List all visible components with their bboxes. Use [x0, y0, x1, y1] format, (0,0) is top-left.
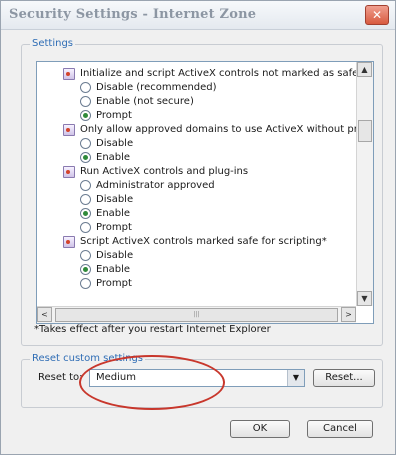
highlight-ellipse [79, 355, 225, 410]
scroll-left-button[interactable]: < [37, 307, 52, 322]
chevron-down-icon[interactable]: ▼ [287, 370, 304, 386]
settings-option-label: Prompt [96, 222, 132, 233]
window-title: Security Settings - Internet Zone [9, 7, 257, 22]
scroll-right-icon: > [345, 310, 352, 319]
restart-note: *Takes effect after you restart Internet… [34, 324, 271, 335]
ok-button[interactable]: OK [230, 420, 290, 438]
settings-category-label: Only allow approved domains to use Activ… [80, 124, 374, 135]
settings-option-label: Administrator approved [96, 180, 215, 191]
radio-button[interactable] [80, 138, 91, 149]
settings-list[interactable]: Initialize and script ActiveX controls n… [36, 61, 374, 324]
radio-button[interactable] [80, 278, 91, 289]
horizontal-scroll-thumb[interactable]: ||| [55, 308, 338, 322]
settings-option-label: Disable (recommended) [96, 82, 217, 93]
settings-group-label: Settings [30, 38, 76, 49]
settings-category-icon [63, 236, 75, 248]
settings-option-label: Disable [96, 194, 134, 205]
radio-button[interactable] [80, 194, 91, 205]
settings-category-icon [63, 166, 75, 178]
settings-category-icon [63, 68, 75, 80]
title-bar: Security Settings - Internet Zone ✕ [1, 1, 395, 30]
scroll-left-icon: < [41, 310, 48, 319]
radio-button[interactable] [80, 250, 91, 261]
horizontal-scrollbar[interactable]: < ||| > [37, 306, 356, 323]
vertical-scroll-thumb[interactable] [358, 120, 372, 142]
reset-to-label: Reset to: [38, 372, 83, 383]
settings-category-label: Initialize and script ActiveX controls n… [80, 68, 373, 79]
settings-category-label: Script ActiveX controls marked safe for … [80, 236, 327, 247]
radio-button[interactable] [80, 180, 91, 191]
security-settings-dialog: Security Settings - Internet Zone ✕ Sett… [0, 0, 396, 455]
scroll-up-button[interactable]: ▲ [357, 62, 372, 77]
settings-option-label: Prompt [96, 278, 132, 289]
vertical-scrollbar[interactable]: ▲ ▼ [356, 62, 373, 306]
settings-option-label: Prompt [96, 110, 132, 121]
scroll-down-button[interactable]: ▼ [357, 291, 372, 306]
scroll-right-button[interactable]: > [341, 307, 356, 322]
radio-button[interactable] [80, 96, 91, 107]
settings-option-label: Enable [96, 208, 131, 219]
cancel-button[interactable]: Cancel [307, 420, 373, 438]
close-button[interactable]: ✕ [365, 5, 389, 25]
radio-button[interactable] [80, 110, 91, 121]
close-icon: ✕ [371, 8, 383, 22]
settings-category-label: Run ActiveX controls and plug-ins [80, 166, 249, 177]
settings-option-label: Enable (not secure) [96, 96, 194, 107]
grip-icon: ||| [193, 311, 200, 318]
scroll-down-icon: ▼ [361, 294, 368, 303]
reset-button[interactable]: Reset... [313, 369, 375, 387]
settings-option-label: Enable [96, 152, 131, 163]
radio-button[interactable] [80, 208, 91, 219]
radio-button[interactable] [80, 264, 91, 275]
radio-button[interactable] [80, 82, 91, 93]
settings-option-label: Disable [96, 250, 134, 261]
settings-option-label: Disable [96, 138, 134, 149]
scroll-up-icon: ▲ [361, 65, 368, 74]
radio-button[interactable] [80, 152, 91, 163]
radio-button[interactable] [80, 222, 91, 233]
settings-option-label: Enable [96, 264, 131, 275]
settings-category-icon [63, 124, 75, 136]
